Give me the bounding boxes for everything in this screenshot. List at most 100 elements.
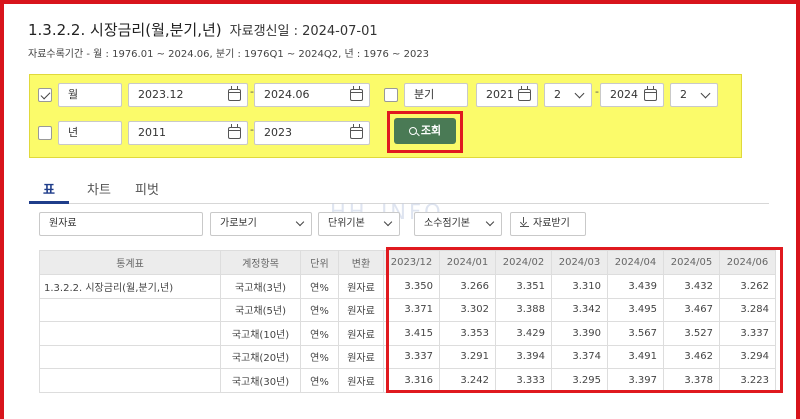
value-cell: 3.432 bbox=[663, 274, 720, 299]
value-cell: 3.223 bbox=[719, 368, 776, 393]
unit-cell: 연% bbox=[300, 274, 339, 299]
data-type-field[interactable]: 원자료 bbox=[39, 212, 203, 236]
tab-table[interactable]: 표 bbox=[43, 179, 55, 198]
unit-cell: 연% bbox=[300, 344, 339, 369]
search-icon bbox=[408, 127, 417, 135]
value-cell: 3.495 bbox=[607, 297, 664, 322]
value-cell: 3.388 bbox=[495, 297, 552, 322]
quarterly-from-year-field[interactable]: 2021 bbox=[476, 83, 538, 107]
value-cell: 3.342 bbox=[551, 297, 608, 322]
value-cell: 3.351 bbox=[495, 274, 552, 299]
item-cell: 국고채(10년) bbox=[220, 321, 301, 346]
table-row: 국고채(30년) 연% 원자료 3.316 3.242 3.333 3.295 3.397 3.… bbox=[39, 368, 776, 393]
item-cell: 국고채(5년) bbox=[220, 297, 301, 322]
column-header: 2024/01 bbox=[439, 250, 496, 275]
column-header: 단위 bbox=[300, 250, 339, 275]
value-cell: 3.337 bbox=[383, 344, 440, 369]
value-cell: 3.295 bbox=[551, 368, 608, 393]
quarterly-to-year-field[interactable]: 2024 bbox=[600, 83, 664, 107]
table-header-row: 통계표 계정항목 단위 변환 2023/12 2024/01 2024/02 2… bbox=[39, 250, 776, 275]
value-cell: 3.316 bbox=[383, 368, 440, 393]
column-header: 변환 bbox=[338, 250, 384, 275]
column-header: 계정항목 bbox=[220, 250, 301, 275]
filter-panel: 월 2023.12 - 2024.06 분기 2021 2 - 2024 2 년… bbox=[29, 74, 742, 158]
column-header: 2024/05 bbox=[663, 250, 720, 275]
decimal-select[interactable]: 소수점기본 bbox=[414, 212, 502, 236]
value-cell: 3.462 bbox=[663, 344, 720, 369]
unit-cell: 연% bbox=[300, 368, 339, 393]
value-cell: 3.394 bbox=[495, 344, 552, 369]
monthly-checkbox[interactable] bbox=[38, 88, 52, 102]
value-cell: 3.390 bbox=[551, 321, 608, 346]
calendar-icon[interactable] bbox=[350, 86, 363, 101]
search-highlight: 조회 bbox=[387, 111, 463, 153]
value-cell: 3.371 bbox=[383, 297, 440, 322]
column-header: 2023/12 bbox=[383, 250, 440, 275]
yearly-label: 년 bbox=[58, 121, 122, 145]
value-cell: 3.415 bbox=[383, 321, 440, 346]
table-row: 1.3.2.2. 시장금리(월,분기,년) 국고채(3년) 연% 원자료 3.350 3.… bbox=[39, 274, 776, 299]
value-cell: 3.333 bbox=[495, 368, 552, 393]
column-header: 2024/03 bbox=[551, 250, 608, 275]
column-header: 2024/04 bbox=[607, 250, 664, 275]
conversion-cell: 원자료 bbox=[338, 321, 384, 346]
value-cell: 3.310 bbox=[551, 274, 608, 299]
view-select[interactable]: 가로보기 bbox=[210, 212, 312, 236]
tab-pivot[interactable]: 피벗 bbox=[135, 179, 159, 198]
value-cell: 3.291 bbox=[439, 344, 496, 369]
value-cell: 3.294 bbox=[719, 344, 776, 369]
value-cell: 3.467 bbox=[663, 297, 720, 322]
conversion-cell: 원자료 bbox=[338, 297, 384, 322]
yearly-checkbox[interactable] bbox=[38, 126, 52, 140]
active-tab-indicator bbox=[29, 201, 69, 204]
column-header: 2024/06 bbox=[719, 250, 776, 275]
chevron-down-icon bbox=[383, 217, 393, 227]
item-cell: 국고채(20년) bbox=[220, 344, 301, 369]
tab-chart[interactable]: 차트 bbox=[87, 179, 111, 198]
yearly-to-field[interactable]: 2023 bbox=[254, 121, 370, 145]
column-header: 통계표 bbox=[39, 250, 221, 275]
value-cell: 3.378 bbox=[663, 368, 720, 393]
calendar-icon[interactable] bbox=[518, 86, 531, 101]
value-cell: 3.397 bbox=[607, 368, 664, 393]
unit-select[interactable]: 단위기본 bbox=[318, 212, 400, 236]
calendar-icon[interactable] bbox=[228, 124, 241, 139]
quarterly-from-q-select[interactable]: 2 bbox=[544, 83, 592, 107]
value-cell: 3.337 bbox=[719, 321, 776, 346]
conversion-cell: 원자료 bbox=[338, 274, 384, 299]
quarterly-checkbox[interactable] bbox=[384, 88, 398, 102]
conversion-cell: 원자료 bbox=[338, 368, 384, 393]
download-button[interactable]: 자료받기 bbox=[510, 212, 586, 236]
table-row: 국고채(20년) 연% 원자료 3.337 3.291 3.394 3.374 3.491 3.… bbox=[39, 344, 776, 369]
value-cell: 3.527 bbox=[663, 321, 720, 346]
chevron-down-icon bbox=[295, 217, 305, 227]
value-cell: 3.429 bbox=[495, 321, 552, 346]
update-date: 자료갱신일 : 2024-07-01 bbox=[229, 24, 378, 39]
value-cell: 3.567 bbox=[607, 321, 664, 346]
stat-name-cell bbox=[39, 297, 221, 322]
stat-name-cell bbox=[39, 368, 221, 393]
data-table: 통계표 계정항목 단위 변환 2023/12 2024/01 2024/02 2… bbox=[39, 250, 776, 393]
value-cell: 3.350 bbox=[383, 274, 440, 299]
download-icon bbox=[520, 217, 529, 227]
monthly-from-field[interactable]: 2023.12 bbox=[128, 83, 248, 107]
value-cell: 3.262 bbox=[719, 274, 776, 299]
value-cell: 3.302 bbox=[439, 297, 496, 322]
monthly-label: 월 bbox=[58, 83, 122, 107]
value-cell: 3.242 bbox=[439, 368, 496, 393]
item-cell: 국고채(30년) bbox=[220, 368, 301, 393]
yearly-from-field[interactable]: 2011 bbox=[128, 121, 248, 145]
monthly-to-field[interactable]: 2024.06 bbox=[254, 83, 370, 107]
quarterly-to-q-select[interactable]: 2 bbox=[670, 83, 718, 107]
calendar-icon[interactable] bbox=[350, 124, 363, 139]
item-cell: 국고채(3년) bbox=[220, 274, 301, 299]
calendar-icon[interactable] bbox=[644, 86, 657, 101]
unit-cell: 연% bbox=[300, 321, 339, 346]
table-row: 국고채(10년) 연% 원자료 3.415 3.353 3.429 3.390 3.567 3.… bbox=[39, 321, 776, 346]
value-cell: 3.353 bbox=[439, 321, 496, 346]
column-header: 2024/02 bbox=[495, 250, 552, 275]
search-button[interactable]: 조회 bbox=[394, 118, 456, 144]
quarterly-label: 분기 bbox=[404, 83, 468, 107]
calendar-icon[interactable] bbox=[228, 86, 241, 101]
conversion-cell: 원자료 bbox=[338, 344, 384, 369]
